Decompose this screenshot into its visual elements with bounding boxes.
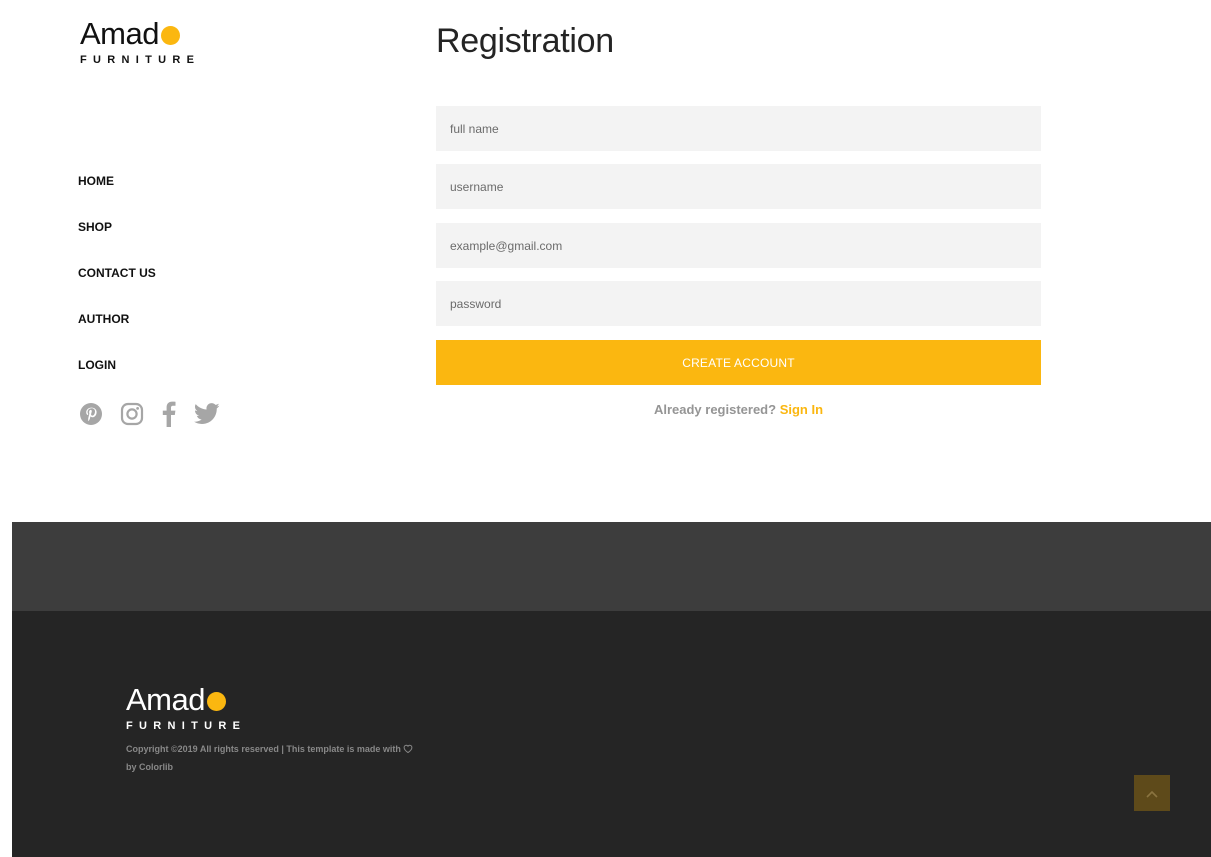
create-account-button[interactable]: CREATE ACCOUNT	[436, 340, 1041, 385]
already-registered: Already registered? Sign In	[436, 402, 1041, 417]
nav-item-login: LOGIN	[78, 356, 156, 402]
nav-link-shop[interactable]: SHOP	[78, 220, 112, 234]
password-input[interactable]	[436, 281, 1041, 326]
footer-top-band	[12, 522, 1211, 611]
footer-logo[interactable]: Amad FURNITURE	[126, 684, 246, 732]
logo-tagline: FURNITURE	[80, 54, 201, 66]
footer-logo-name: Amad	[126, 682, 205, 717]
copyright-suffix: by Colorlib	[126, 762, 173, 772]
facebook-icon[interactable]	[162, 401, 176, 427]
already-registered-text: Already registered?	[653, 402, 777, 417]
logo-wordmark: Amad	[80, 18, 200, 49]
nav-link-contact[interactable]: CONTACT US	[78, 266, 156, 280]
sign-in-link[interactable]: Sign In	[780, 402, 823, 417]
username-input[interactable]	[436, 164, 1041, 209]
nav-item-contact: CONTACT US	[78, 264, 156, 310]
page-title: Registration	[436, 22, 614, 60]
nav-item-author: AUTHOR	[78, 310, 156, 356]
logo-name: Amad	[80, 16, 159, 51]
social-links	[80, 401, 238, 427]
back-to-top-button[interactable]	[1134, 775, 1170, 811]
heart-icon	[403, 742, 413, 759]
footer-logo-tagline: FURNITURE	[126, 720, 247, 732]
nav-item-home: HOME	[78, 172, 156, 218]
instagram-icon[interactable]	[120, 401, 144, 427]
pinterest-icon[interactable]	[80, 401, 102, 427]
copyright-prefix: Copyright ©2019 All rights reserved | Th…	[126, 744, 401, 754]
footer-logo-dot-icon	[206, 692, 226, 711]
nav-item-shop: SHOP	[78, 218, 156, 264]
nav-link-home[interactable]: HOME	[78, 174, 114, 188]
logo-dot-icon	[160, 26, 180, 45]
email-input[interactable]	[436, 223, 1041, 268]
nav-link-login[interactable]: LOGIN	[78, 358, 116, 372]
registration-page: Amad FURNITURE HOME SHOP CONTACT US AUTH…	[0, 0, 1211, 857]
nav-link-author[interactable]: AUTHOR	[78, 312, 129, 326]
copyright-text: Copyright ©2019 All rights reserved | Th…	[126, 741, 426, 776]
footer-logo-wordmark: Amad	[126, 684, 246, 715]
sidebar-nav: HOME SHOP CONTACT US AUTHOR LOGIN	[78, 172, 156, 402]
footer	[12, 611, 1211, 857]
twitter-icon[interactable]	[194, 401, 220, 427]
full-name-input[interactable]	[436, 106, 1041, 151]
header-logo[interactable]: Amad FURNITURE	[80, 18, 200, 66]
chevron-up-icon	[1146, 786, 1158, 801]
